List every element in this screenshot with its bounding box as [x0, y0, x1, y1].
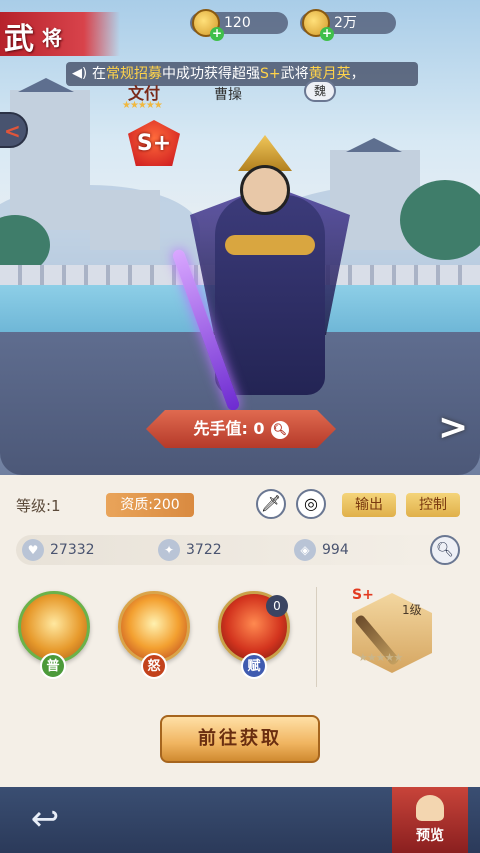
hero-figure[interactable]	[170, 125, 360, 415]
kingdom-badge: 魏	[304, 80, 336, 102]
info-panel: 等级:1 资质:200 🗡 ◎ 输出 控制 ♥ 27332 ✦ 3722 ◈ 994 …	[0, 475, 480, 787]
stats-detail-button[interactable]: 🔍︎	[430, 535, 460, 565]
attack-value: 3722	[186, 542, 222, 558]
marquee-middle2: 武将	[280, 66, 309, 82]
level-label: 等级:1	[16, 497, 61, 515]
speaker-icon: ◀)	[72, 66, 88, 81]
defense-value: 994	[322, 542, 349, 558]
palace-left	[90, 190, 160, 250]
marquee-suffix: ，	[350, 66, 365, 82]
currency-coin[interactable]: + 2万	[300, 9, 396, 41]
hero-body	[215, 195, 325, 395]
sword-icon[interactable]: 🗡	[256, 489, 286, 519]
dragon-emblem-icon[interactable]: ◎	[296, 489, 326, 519]
page-title-char2: 将	[42, 26, 62, 50]
weapon-level: 1级	[402, 603, 422, 617]
goto-obtain-button[interactable]: 前往获取	[160, 715, 320, 763]
aptitude-badge: 资质:200	[106, 493, 194, 517]
announcement-marquee: ◀) 在常规招募中成功获得超强S+武将黄月英，	[66, 62, 418, 86]
stat-defense: ◈ 994	[294, 537, 349, 563]
shield-icon: ◈	[294, 539, 316, 561]
stat-attack: ✦ 3722	[158, 537, 222, 563]
gold-value: 120	[224, 15, 251, 31]
heart-icon: ♥	[22, 539, 44, 561]
weapon-stars: ★★★★★	[358, 651, 403, 664]
marquee-prefix: 在	[92, 66, 106, 82]
coin-icon: +	[302, 9, 334, 41]
role-tag-control: 控制	[406, 493, 460, 517]
marquee-grade: S+	[260, 66, 281, 82]
hero-name: 曹操	[214, 87, 242, 103]
first-move-label: 先手值: 0	[193, 419, 265, 438]
talent-count-badge: 0	[266, 595, 288, 617]
currency-gold[interactable]: + 120	[190, 9, 288, 41]
preview-button[interactable]: 预览	[392, 787, 468, 853]
pagoda-left	[10, 90, 90, 230]
hero-armor	[225, 235, 315, 255]
gold-ingot-icon: +	[192, 9, 224, 41]
hero-head	[240, 165, 290, 215]
role-tag-output: 输出	[342, 493, 396, 517]
preview-icon	[416, 795, 444, 821]
skill-rage-badge: 怒	[141, 653, 167, 679]
next-hero-button[interactable]: >	[438, 408, 468, 448]
coin-value: 2万	[334, 15, 357, 31]
first-move-plate[interactable]: 先手值: 0 🔍︎	[146, 410, 336, 448]
preview-label: 预览	[416, 828, 444, 844]
search-icon: 🔍︎	[436, 542, 454, 558]
stamp-stars: ★★★★★	[122, 100, 163, 111]
hp-value: 27332	[50, 542, 95, 558]
back-arrow-icon[interactable]: ↩	[14, 799, 76, 839]
weapon-grade: S+	[352, 587, 374, 603]
skill-talent-badge: 赋	[241, 653, 267, 679]
page-title-char1: 武	[4, 22, 34, 57]
attack-icon: ✦	[158, 539, 180, 561]
add-gold-icon[interactable]: +	[210, 27, 224, 41]
search-icon[interactable]: 🔍︎	[270, 420, 289, 439]
add-coin-icon[interactable]: +	[320, 27, 334, 41]
chevron-left-icon: <	[4, 119, 21, 143]
bottom-bar: ↩ 预览	[0, 787, 480, 853]
tree-right	[400, 180, 480, 260]
divider	[316, 587, 317, 687]
skill-normal-badge: 普	[40, 653, 66, 679]
stat-hp: ♥ 27332	[22, 537, 95, 563]
